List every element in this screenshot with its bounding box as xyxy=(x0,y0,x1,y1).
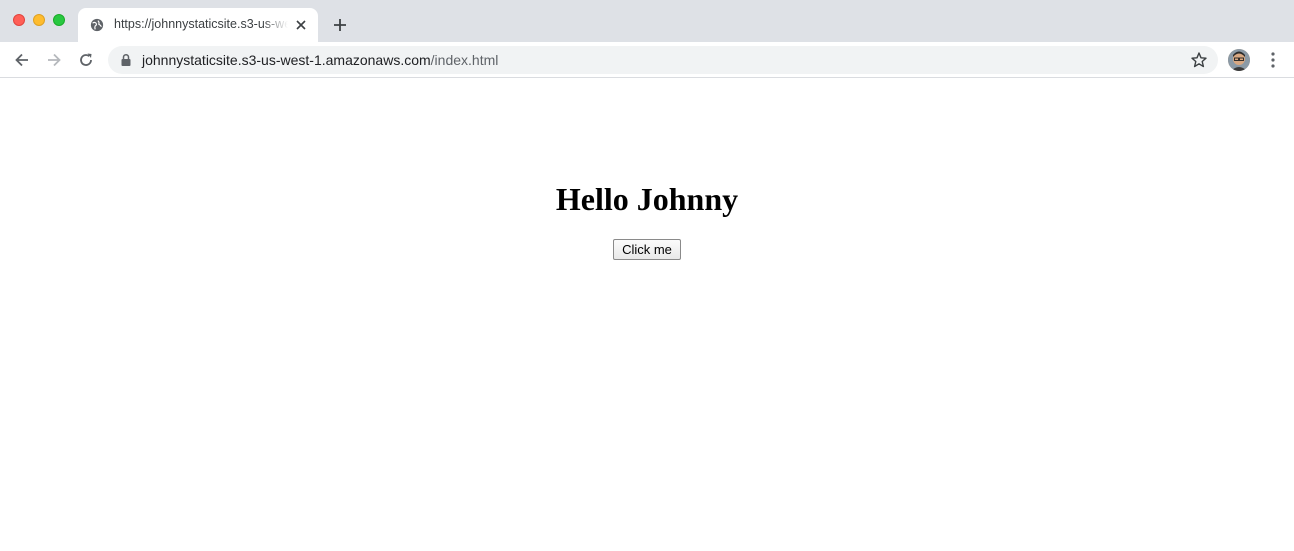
url-text[interactable]: johnnystaticsite.s3-us-west-1.amazonaws.… xyxy=(142,52,498,68)
window-close-button[interactable] xyxy=(13,14,25,26)
tab-strip: https://johnnystaticsite.s3-us-west-1.am… xyxy=(0,0,1294,42)
star-icon[interactable] xyxy=(1190,51,1208,69)
reload-icon[interactable] xyxy=(76,50,96,70)
lock-icon[interactable] xyxy=(120,53,132,67)
window-maximize-button[interactable] xyxy=(53,14,65,26)
tab-title: https://johnnystaticsite.s3-us-west-1.am… xyxy=(114,17,288,31)
browser-toolbar: johnnystaticsite.s3-us-west-1.amazonaws.… xyxy=(0,42,1294,78)
page-viewport: Hello Johnny Click me xyxy=(0,79,1294,551)
kebab-menu-icon[interactable] xyxy=(1264,50,1282,70)
browser-tab[interactable]: https://johnnystaticsite.s3-us-west-1.am… xyxy=(78,8,318,42)
profile-photo-icon xyxy=(1228,49,1250,71)
address-bar[interactable]: johnnystaticsite.s3-us-west-1.amazonaws.… xyxy=(108,46,1218,74)
new-tab-icon[interactable] xyxy=(330,15,350,35)
profile-avatar[interactable] xyxy=(1228,49,1250,71)
url-host: johnnystaticsite.s3-us-west-1.amazonaws.… xyxy=(142,52,431,68)
window-minimize-button[interactable] xyxy=(33,14,45,26)
url-path: /index.html xyxy=(430,52,499,68)
page-heading: Hello Johnny xyxy=(555,181,739,217)
back-arrow-icon[interactable] xyxy=(12,50,32,70)
globe-icon xyxy=(90,18,104,32)
forward-arrow-icon[interactable] xyxy=(44,50,64,70)
click-me-button[interactable]: Click me xyxy=(613,239,681,260)
tab-close-icon[interactable] xyxy=(294,18,308,32)
